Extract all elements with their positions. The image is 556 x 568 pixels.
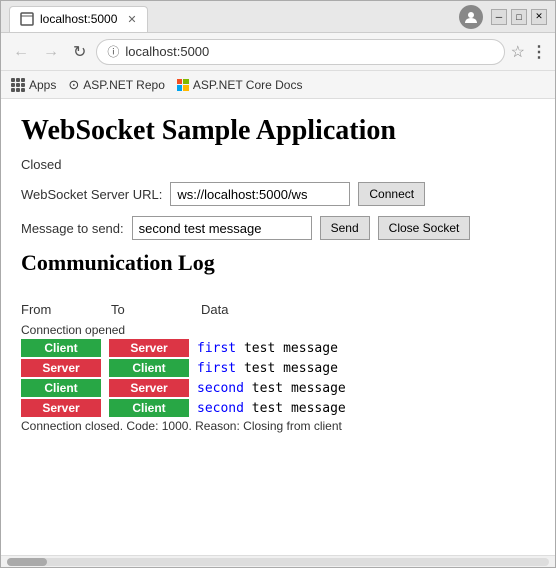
page-content: WebSocket Sample Application Closed WebS… bbox=[1, 99, 555, 555]
bookmark-apps-label: Apps bbox=[29, 78, 56, 92]
table-row: Server Clientsecond test message bbox=[21, 399, 535, 417]
ws-url-row: WebSocket Server URL: Connect bbox=[21, 182, 535, 206]
scrollbar-thumb[interactable] bbox=[7, 558, 47, 566]
lock-icon: ⓘ bbox=[107, 43, 119, 60]
forward-button[interactable]: → bbox=[39, 41, 63, 63]
log-rows-container: ClientServerfirst test messageServerClie… bbox=[21, 339, 535, 417]
log-header-data: Data bbox=[201, 302, 535, 317]
page-heading: WebSocket Sample Application bbox=[21, 115, 535, 147]
to-badge: Client bbox=[109, 399, 189, 417]
message-label: Message to send: bbox=[21, 221, 124, 236]
from-badge: Client bbox=[21, 339, 101, 357]
connection-status: Closed bbox=[21, 157, 535, 172]
bookmark-star-button[interactable]: ☆ bbox=[511, 42, 525, 62]
reload-button[interactable]: ↻ bbox=[69, 40, 90, 64]
titlebar: localhost:5000 ✕ ─ □ ✕ bbox=[1, 1, 555, 33]
microsoft-logo-icon bbox=[177, 79, 189, 91]
log-data-cell: first test message bbox=[189, 341, 338, 356]
from-badge: Server bbox=[21, 399, 101, 417]
table-row: Client Serversecond test message bbox=[21, 379, 535, 397]
restore-button[interactable]: □ bbox=[511, 9, 527, 25]
browser-window: localhost:5000 ✕ ─ □ ✕ ← → ↻ ⓘ localhost… bbox=[0, 0, 556, 568]
message-row: Message to send: Send Close Socket bbox=[21, 216, 535, 240]
scrollbar-track bbox=[7, 558, 549, 566]
horizontal-scrollbar[interactable] bbox=[1, 555, 555, 567]
bookmark-aspnet-core-docs[interactable]: ASP.NET Core Docs bbox=[177, 78, 303, 92]
connection-opened-text: Connection opened bbox=[21, 323, 125, 337]
to-badge: Client bbox=[109, 359, 189, 377]
ws-url-label: WebSocket Server URL: bbox=[21, 187, 162, 202]
tab-title: localhost:5000 bbox=[40, 12, 117, 26]
connect-button[interactable]: Connect bbox=[358, 182, 425, 206]
connection-opened-row: Connection opened bbox=[21, 323, 535, 337]
log-data-cell: second test message bbox=[189, 401, 346, 416]
to-badge: Server bbox=[109, 379, 189, 397]
bookmarks-bar: Apps ⊙ ASP.NET Repo ASP.NET Core Docs bbox=[1, 71, 555, 99]
addressbar: ← → ↻ ⓘ localhost:5000 ☆ ⋮ bbox=[1, 33, 555, 71]
window-controls: ─ □ ✕ bbox=[491, 9, 547, 25]
bookmark-aspnet-core-docs-label: ASP.NET Core Docs bbox=[193, 78, 303, 92]
close-socket-button[interactable]: Close Socket bbox=[378, 216, 471, 240]
tab-close-button[interactable]: ✕ bbox=[127, 13, 136, 26]
comm-log-heading: Communication Log bbox=[21, 250, 535, 276]
url-box[interactable]: ⓘ localhost:5000 bbox=[96, 39, 504, 65]
table-row: Server Clientfirst test message bbox=[21, 359, 535, 377]
bookmark-aspnet-repo[interactable]: ⊙ ASP.NET Repo bbox=[68, 77, 165, 93]
github-icon: ⊙ bbox=[68, 77, 79, 93]
to-badge: Server bbox=[109, 339, 189, 357]
log-data-cell: first test message bbox=[189, 361, 338, 376]
message-input[interactable] bbox=[132, 216, 312, 240]
connection-closed-row: Connection closed. Code: 1000. Reason: C… bbox=[21, 419, 535, 433]
close-button[interactable]: ✕ bbox=[531, 9, 547, 25]
table-row: Client Serverfirst test message bbox=[21, 339, 535, 357]
log-header: From To Data bbox=[21, 302, 535, 317]
bookmark-apps[interactable]: Apps bbox=[11, 78, 56, 92]
log-header-to: To bbox=[111, 302, 201, 317]
communication-log: Communication Log From To Data Connectio… bbox=[21, 250, 535, 433]
minimize-button[interactable]: ─ bbox=[491, 9, 507, 25]
tab-favicon bbox=[20, 12, 34, 26]
connection-closed-text: Connection closed. Code: 1000. Reason: C… bbox=[21, 419, 342, 433]
profile-icon[interactable] bbox=[459, 5, 483, 29]
chrome-menu-button[interactable]: ⋮ bbox=[531, 42, 547, 62]
back-button[interactable]: ← bbox=[9, 41, 33, 63]
from-badge: Client bbox=[21, 379, 101, 397]
ws-url-input[interactable] bbox=[170, 182, 350, 206]
log-header-from: From bbox=[21, 302, 111, 317]
browser-tab[interactable]: localhost:5000 ✕ bbox=[9, 6, 148, 32]
url-text: localhost:5000 bbox=[125, 44, 209, 59]
send-button[interactable]: Send bbox=[320, 216, 370, 240]
from-badge: Server bbox=[21, 359, 101, 377]
apps-grid-icon bbox=[11, 78, 25, 92]
log-data-cell: second test message bbox=[189, 381, 346, 396]
bookmark-aspnet-repo-label: ASP.NET Repo bbox=[83, 78, 165, 92]
